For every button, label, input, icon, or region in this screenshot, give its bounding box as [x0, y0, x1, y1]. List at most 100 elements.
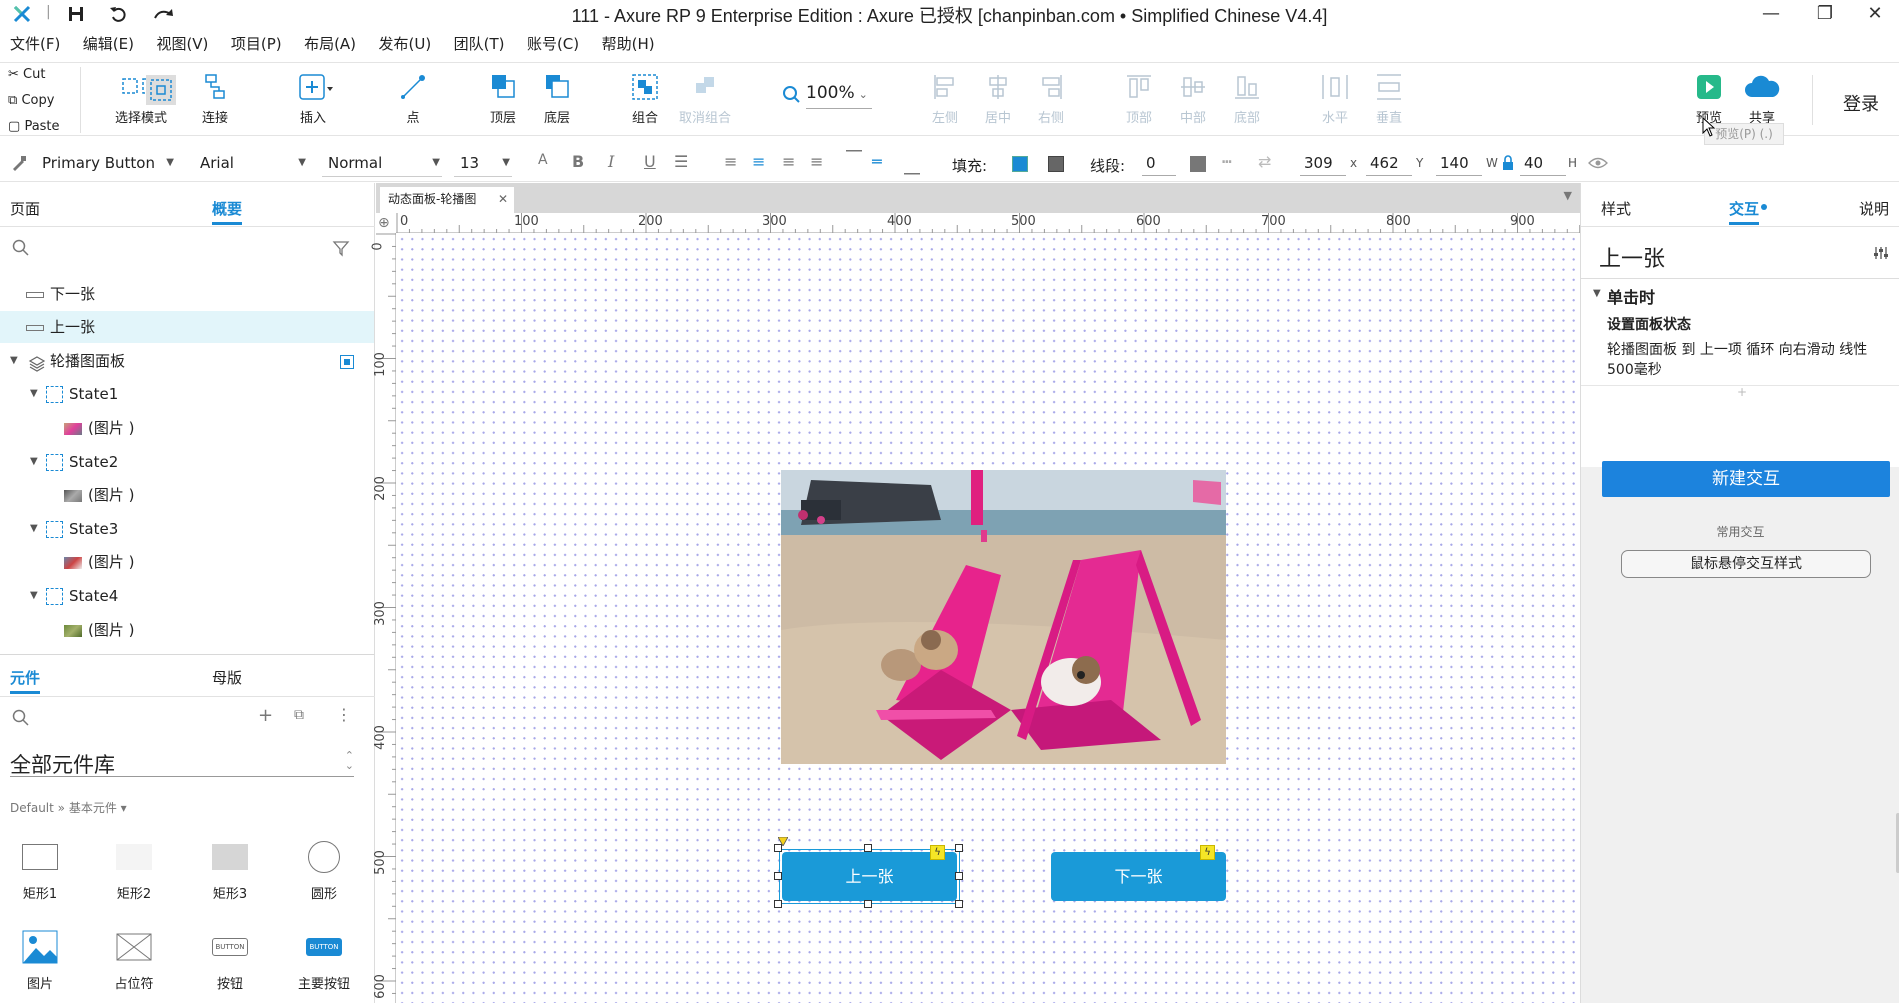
sliders-icon[interactable]	[1873, 245, 1889, 265]
point-button[interactable]: 点	[378, 73, 448, 126]
outline-item-image1[interactable]: (图片 )	[0, 412, 374, 444]
menu-account[interactable]: 账号(C)	[527, 33, 579, 54]
font-color-icon[interactable]: A	[538, 152, 548, 168]
line-width-input[interactable]: 0	[1142, 152, 1176, 176]
tab-masters[interactable]: 母版	[212, 667, 242, 688]
italic-icon[interactable]: I	[608, 152, 614, 171]
event-name[interactable]: 单击时	[1607, 284, 1655, 308]
ruler-origin-icon[interactable]: ⊕	[378, 215, 390, 231]
outline-item-image3[interactable]: (图片 )	[0, 546, 374, 578]
add-library-icon[interactable]: +	[258, 705, 273, 726]
outline-item-state2[interactable]: ▼ State2	[0, 446, 374, 478]
menu-view[interactable]: 视图(V)	[156, 33, 208, 54]
select-contain-button[interactable]	[146, 75, 176, 105]
resize-handle[interactable]	[774, 872, 782, 880]
outline-item-carousel-panel[interactable]: ▼ 轮播图面板	[0, 345, 374, 377]
line-color-swatch[interactable]	[1190, 156, 1206, 172]
panel-visibility-icon[interactable]	[340, 355, 354, 369]
menu-file[interactable]: 文件(F)	[10, 33, 60, 54]
align-text-left-icon[interactable]: ≡	[724, 152, 737, 171]
login-button[interactable]: 登录	[1843, 90, 1879, 116]
widget-primary-button[interactable]: BUTTON 主要按钮	[284, 925, 364, 992]
expand-arrow-icon[interactable]: ▼	[10, 345, 18, 377]
lock-icon[interactable]	[1502, 155, 1514, 175]
line-pattern-icon[interactable]: ┅	[1222, 152, 1232, 171]
widget-button[interactable]: BUTTON 按钮	[190, 925, 270, 992]
y-input[interactable]: 462	[1366, 152, 1412, 176]
fill-color-swatch[interactable]	[1012, 156, 1028, 172]
menu-team[interactable]: 团队(T)	[454, 33, 505, 54]
expand-arrow-icon[interactable]: ▼	[30, 513, 38, 545]
paste-button[interactable]: ▢ Paste	[8, 119, 60, 134]
minimize-button[interactable]: —	[1748, 0, 1794, 30]
widget-rect3[interactable]: 矩形3	[190, 835, 270, 902]
resize-handle[interactable]	[864, 844, 872, 852]
resize-handle[interactable]	[955, 844, 963, 852]
rotation-marker-icon[interactable]	[777, 834, 789, 850]
widget-rect1[interactable]: 矩形1	[0, 835, 80, 902]
outline-item-state3[interactable]: ▼ State3	[0, 513, 374, 545]
action-detail[interactable]: 轮播图面板 到 上一项 循环 向右滑动 线性 500毫秒	[1607, 340, 1893, 380]
outline-item-image2[interactable]: (图片 )	[0, 479, 374, 511]
bullet-list-icon[interactable]: ☰	[674, 152, 688, 171]
design-canvas[interactable]: 上一张 ϟ 下一张 ϟ	[397, 234, 1580, 1003]
font-dropdown[interactable]: Arial ▼	[194, 151, 308, 177]
menu-publish[interactable]: 发布(U)	[378, 33, 431, 54]
widget-circle[interactable]: 圆形	[284, 835, 364, 902]
add-action-icon[interactable]: +	[1737, 385, 1747, 399]
expand-arrow-icon[interactable]: ▼	[30, 378, 38, 410]
resize-handle[interactable]	[955, 872, 963, 880]
more-options-icon[interactable]: ⋮	[336, 705, 352, 724]
underline-icon[interactable]: U	[644, 152, 656, 171]
filter-icon[interactable]	[332, 239, 350, 261]
tab-notes[interactable]: 说明	[1859, 198, 1889, 219]
expand-arrow-icon[interactable]: ▼	[30, 446, 38, 478]
copy-button[interactable]: ⧉ Copy	[8, 93, 54, 108]
widget-image[interactable]: 图片	[0, 925, 80, 992]
resize-handle[interactable]	[864, 900, 872, 908]
tab-interactions[interactable]: 交互	[1729, 198, 1759, 219]
widget-rect2[interactable]: 矩形2	[94, 835, 174, 902]
tab-list-chevron-icon[interactable]: ▼	[1564, 189, 1572, 202]
font-weight-dropdown[interactable]: Normal ▼	[322, 151, 442, 177]
widget-name[interactable]: 上一张	[1599, 241, 1665, 273]
interaction-bolt-icon[interactable]: ϟ	[1200, 845, 1215, 860]
width-input[interactable]: 140	[1436, 152, 1482, 176]
maximize-button[interactable]: ❐	[1802, 0, 1848, 30]
arrow-style-icon[interactable]: ⇄	[1258, 152, 1271, 171]
library-copy-icon[interactable]: ⧉	[294, 707, 304, 723]
eye-icon[interactable]	[1588, 156, 1608, 174]
expand-arrow-icon[interactable]: ▼	[30, 580, 38, 612]
align-text-right-icon[interactable]: ≡	[782, 152, 795, 171]
menu-project[interactable]: 项目(P)	[231, 33, 282, 54]
carousel-panel-image[interactable]	[781, 470, 1226, 764]
collapse-arrow-icon[interactable]: ▼	[1593, 288, 1601, 299]
menu-edit[interactable]: 编辑(E)	[83, 33, 134, 54]
distribute-vertical-button[interactable]: 垂直	[1354, 73, 1424, 126]
share-button[interactable]: 共享	[1727, 73, 1797, 126]
widget-placeholder[interactable]: 占位符	[94, 925, 174, 992]
outline-item-state1[interactable]: ▼ State1	[0, 378, 374, 410]
action-name[interactable]: 设置面板状态	[1607, 314, 1691, 334]
new-interaction-button[interactable]: 新建交互	[1602, 461, 1890, 497]
height-input[interactable]: 40	[1520, 152, 1566, 176]
tab-outline[interactable]: 概要	[212, 198, 242, 219]
bold-icon[interactable]: B	[572, 152, 584, 171]
ungroup-button[interactable]: 取消组合	[670, 73, 740, 126]
zoom-dropdown[interactable]: 100% ⌄	[806, 83, 872, 109]
resize-handle[interactable]	[955, 900, 963, 908]
tab-widgets[interactable]: 元件	[10, 667, 40, 688]
outline-item-prev[interactable]: 上一张	[0, 311, 374, 343]
style-dropdown[interactable]: Primary Button ▼	[36, 151, 176, 177]
tab-style[interactable]: 样式	[1601, 198, 1631, 219]
valign-middle-icon[interactable]: ═	[872, 152, 882, 171]
outline-item-image4[interactable]: (图片 )	[0, 614, 374, 646]
menu-layout[interactable]: 布局(A)	[304, 33, 356, 54]
align-text-center-icon[interactable]: ≡	[752, 152, 765, 171]
insert-button[interactable]: 插入	[278, 73, 348, 126]
tab-pages[interactable]: 页面	[10, 198, 40, 219]
x-input[interactable]: 309	[1300, 152, 1346, 176]
close-tab-icon[interactable]: ✕	[498, 187, 508, 211]
valign-top-icon[interactable]: ⎺	[846, 148, 862, 168]
resize-handle[interactable]	[774, 900, 782, 908]
